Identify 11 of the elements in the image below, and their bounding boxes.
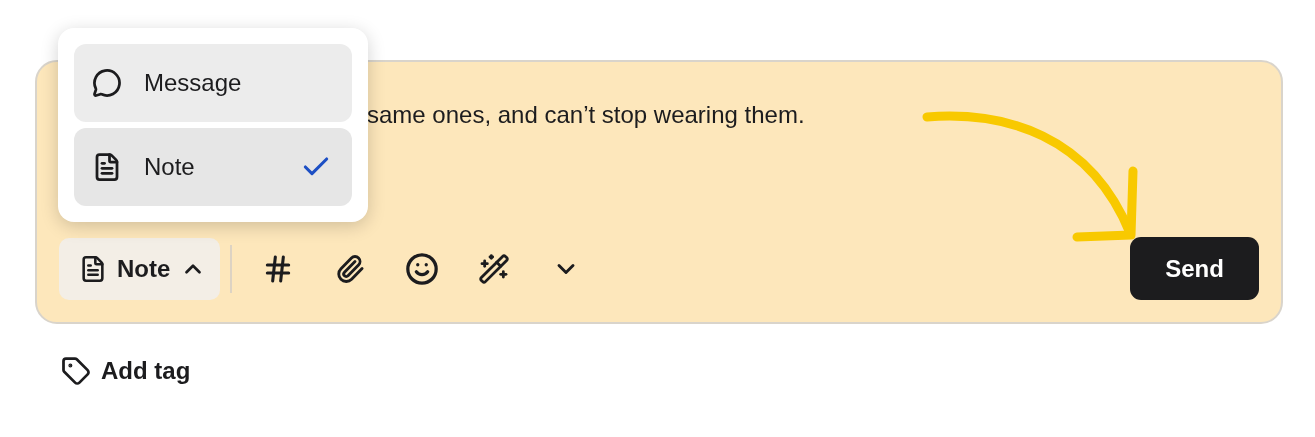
magic-wand-icon	[478, 252, 511, 285]
paperclip-icon	[335, 253, 366, 284]
speech-bubble-icon	[92, 68, 122, 98]
menu-item[interactable]: Message	[74, 44, 352, 122]
mode-button[interactable]: Note	[59, 237, 221, 300]
send-button[interactable]: Send	[1130, 237, 1259, 300]
smiley-icon	[405, 251, 440, 286]
menu-item[interactable]: Note	[74, 128, 352, 206]
tag-icon	[61, 356, 91, 386]
document-icon	[79, 254, 107, 283]
add-tag-button[interactable]: Add tag	[61, 356, 191, 386]
